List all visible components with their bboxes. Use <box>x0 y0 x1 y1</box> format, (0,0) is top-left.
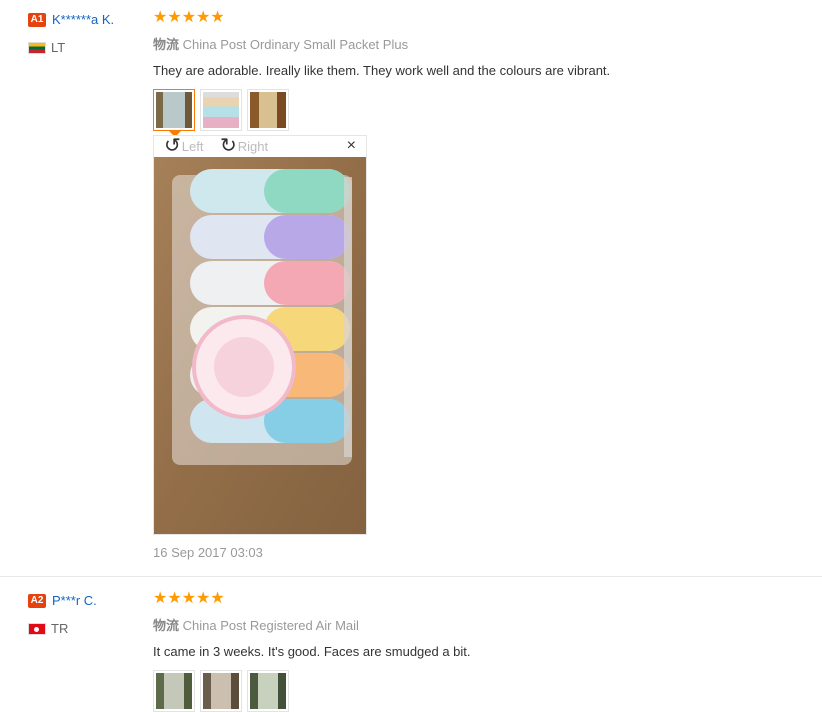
rotate-right-label: Right <box>237 138 269 154</box>
rotate-left-label: Left <box>181 138 204 154</box>
highlighter-pen <box>190 215 350 259</box>
reviewer-country: LT <box>28 39 148 55</box>
review-photo-thumb[interactable] <box>200 89 242 131</box>
review-photos <box>153 670 813 712</box>
rotate-right-button[interactable]: ↻ Right <box>220 135 269 157</box>
photo-image <box>250 673 286 709</box>
review-text: They are adorable. Ireally like them. Th… <box>153 63 611 78</box>
reviewer-info: A1 K******a K. LT <box>28 11 148 55</box>
highlighter-pen <box>190 169 350 213</box>
rotate-left-icon: ↺ <box>164 135 181 157</box>
star-rating: ★★★★★ <box>153 590 225 607</box>
reviewer-info: A2 P***r C. TR <box>28 592 148 636</box>
buyer-level-badge: A2 <box>28 593 46 608</box>
review-content: ★★★★★ 物流 China Post Registered Air Mail … <box>153 591 813 712</box>
close-icon[interactable]: × <box>347 137 356 155</box>
review-photo-thumb[interactable] <box>153 670 195 712</box>
country-code: LT <box>51 40 66 56</box>
rotate-left-button[interactable]: ↺ Left <box>164 135 204 157</box>
country-code: TR <box>51 621 69 637</box>
enlarged-review-photo <box>154 157 366 534</box>
review-photo-thumb[interactable] <box>153 89 195 137</box>
photo-viewer: ↺ Left ↻ Right × <box>153 135 367 535</box>
reviewer-name[interactable]: P***r C. <box>52 593 97 608</box>
logistics-info: 物流 China Post Ordinary Small Packet Plus <box>153 34 813 53</box>
logistics-info: 物流 China Post Registered Air Mail <box>153 615 813 634</box>
photo-image <box>250 92 286 128</box>
rotate-right-icon: ↻ <box>220 135 237 157</box>
logistics-label: 物流 <box>153 618 180 633</box>
photo-image <box>156 92 192 128</box>
review-photo-thumb[interactable] <box>247 670 289 712</box>
review-text: It came in 3 weeks. It's good. Faces are… <box>153 644 471 659</box>
buyer-level-badge: A1 <box>28 12 46 27</box>
logistics-method: China Post Ordinary Small Packet Plus <box>182 37 409 52</box>
photo-image <box>203 92 239 128</box>
reviewer-name[interactable]: K******a K. <box>52 12 114 27</box>
photo-image <box>203 673 239 709</box>
logistics-label: 物流 <box>153 37 180 52</box>
review-item: A2 P***r C. TR ★★★★★ 物流 China Post Regist… <box>0 578 822 712</box>
logistics-method: China Post Registered Air Mail <box>182 618 359 633</box>
review-content: ★★★★★ 物流 China Post Ordinary Small Packe… <box>153 9 813 137</box>
photo-image <box>156 673 192 709</box>
review-photo-thumb[interactable] <box>247 89 289 131</box>
review-photo-thumb[interactable] <box>200 670 242 712</box>
review-date: 16 Sep 2017 03:03 <box>153 545 263 560</box>
highlighter-pen <box>190 261 350 305</box>
photo-viewer-toolbar: ↺ Left ↻ Right × <box>154 136 366 157</box>
star-rating: ★★★★★ <box>153 9 225 26</box>
reviewer-country: TR <box>28 620 148 636</box>
country-flag-icon <box>28 41 46 54</box>
review-item: A1 K******a K. LT ★★★★★ 物流 China Post Ord… <box>0 0 822 577</box>
review-photos <box>153 89 813 137</box>
country-flag-icon <box>28 622 46 635</box>
